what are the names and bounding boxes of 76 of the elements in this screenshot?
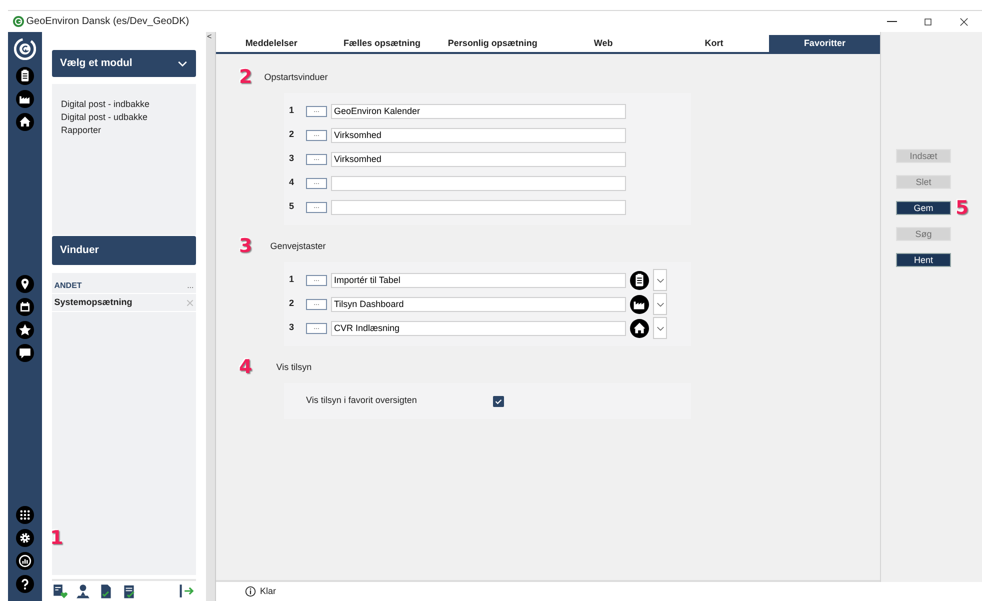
text-field[interactable]: CVR Indlæsning bbox=[331, 320, 626, 336]
user-location-icon[interactable] bbox=[75, 583, 91, 599]
clipboard-icon bbox=[16, 67, 34, 86]
info-icon bbox=[245, 586, 256, 597]
module-item[interactable]: Digital post - udbakke bbox=[61, 111, 187, 124]
house-icon bbox=[630, 318, 649, 338]
row-number: 3 bbox=[289, 321, 296, 334]
window-item[interactable]: Systemopsætning bbox=[54, 296, 132, 310]
text-field[interactable]: Importér til Tabel bbox=[331, 272, 626, 288]
callout-number: 1 bbox=[50, 529, 64, 548]
apps-grid-icon bbox=[16, 506, 34, 524]
row-number: 4 bbox=[289, 176, 296, 190]
gauge-button[interactable] bbox=[16, 552, 34, 570]
text-field[interactable]: GeoEnviron Kalender bbox=[331, 104, 626, 118]
action-button[interactable]: Gem bbox=[896, 201, 951, 215]
module-dropdown[interactable]: Vælg et modul bbox=[52, 50, 196, 77]
row-number: 3 bbox=[289, 152, 296, 166]
app-logo-icon bbox=[13, 16, 24, 27]
close-icon bbox=[186, 298, 194, 306]
chat-icon bbox=[16, 344, 34, 362]
section-title: Vis tilsyn bbox=[276, 360, 312, 374]
gauge-icon bbox=[16, 552, 34, 570]
factory-icon bbox=[630, 294, 649, 314]
group-label: ANDET bbox=[54, 280, 82, 292]
callout-number: 5 bbox=[956, 198, 969, 218]
house-icon bbox=[16, 113, 34, 132]
calendar-icon bbox=[16, 298, 34, 316]
row-number: 1 bbox=[289, 104, 296, 118]
factory-icon bbox=[16, 90, 34, 108]
checkbox-label: Vis tilsyn i favorit oversigten bbox=[306, 394, 418, 408]
help-button[interactable] bbox=[16, 575, 34, 593]
callout-number: 3 bbox=[239, 237, 252, 256]
maximize-icon bbox=[922, 16, 934, 28]
text-field[interactable]: Tilsyn Dashboard bbox=[331, 296, 626, 312]
callout-number: 4 bbox=[239, 358, 252, 377]
text-field[interactable] bbox=[331, 200, 626, 214]
clipboard-check-icon[interactable] bbox=[121, 583, 137, 599]
row-number: 2 bbox=[289, 128, 296, 142]
chat-button[interactable] bbox=[16, 344, 34, 362]
row-number: 1 bbox=[289, 273, 296, 286]
settings-icon bbox=[16, 529, 34, 547]
factory-button[interactable] bbox=[16, 90, 34, 108]
text-field[interactable]: Virksomhed bbox=[331, 128, 626, 142]
checkbox[interactable] bbox=[493, 396, 504, 406]
minimize-icon bbox=[887, 21, 897, 22]
module-item[interactable]: Digital post - indbakke bbox=[61, 98, 187, 111]
action-button[interactable]: Hent bbox=[896, 253, 951, 267]
text-field[interactable] bbox=[331, 176, 626, 190]
tab[interactable]: Favoritter bbox=[769, 35, 880, 52]
row-number: 5 bbox=[289, 200, 296, 214]
map-pin-icon bbox=[16, 275, 34, 294]
text-field[interactable]: Virksomhed bbox=[331, 152, 626, 166]
section-title: Opstartsvinduer bbox=[264, 70, 328, 84]
settings-button[interactable] bbox=[16, 529, 34, 547]
exit-icon[interactable] bbox=[178, 583, 196, 599]
star-button[interactable] bbox=[16, 321, 34, 340]
table-heart-icon[interactable] bbox=[52, 583, 68, 599]
module-item[interactable]: Rapporter bbox=[61, 124, 187, 137]
callout-number: 2 bbox=[239, 68, 252, 87]
group-menu-button[interactable]: ... bbox=[187, 282, 194, 290]
clipboard-button[interactable] bbox=[16, 67, 34, 86]
document-check-icon[interactable] bbox=[98, 583, 114, 599]
map-pin-button[interactable] bbox=[16, 275, 34, 294]
house-button[interactable] bbox=[16, 113, 34, 132]
row-number: 2 bbox=[289, 297, 296, 310]
collapse-button[interactable]: < bbox=[207, 33, 212, 41]
status-text: Klar bbox=[260, 584, 276, 598]
help-icon bbox=[16, 575, 34, 593]
window-title: GeoEnviron Dansk (es/Dev_GeoDK) bbox=[26, 15, 190, 29]
section-title: Genvejstaster bbox=[270, 240, 326, 253]
clipboard-icon bbox=[630, 270, 649, 290]
calendar-button[interactable] bbox=[16, 298, 34, 316]
windows-header: Vinduer bbox=[52, 236, 196, 265]
app-logo-icon bbox=[14, 38, 36, 60]
apps-grid-button[interactable] bbox=[16, 506, 34, 524]
close-icon bbox=[958, 16, 970, 28]
